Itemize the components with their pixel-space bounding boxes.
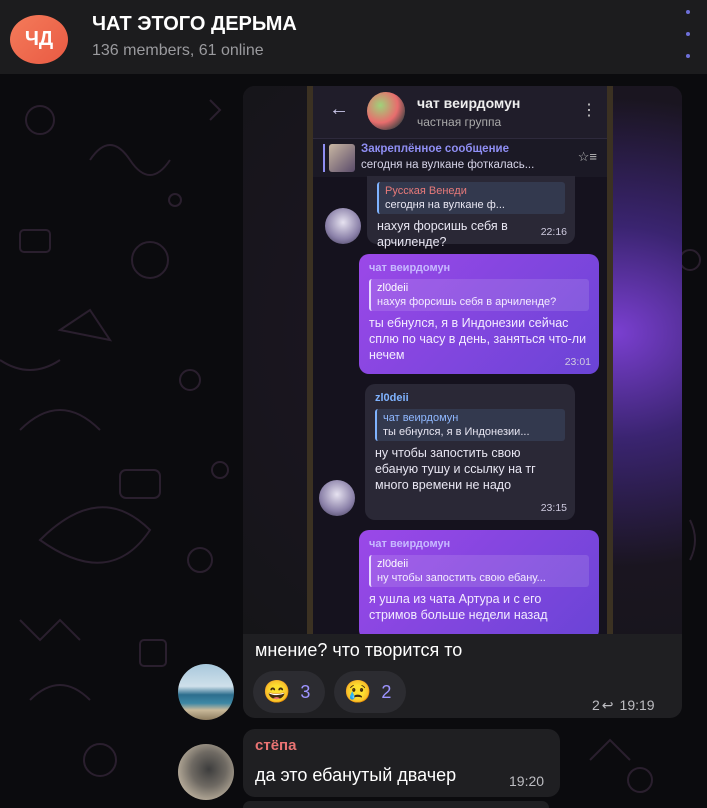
reaction-count: 2: [381, 681, 392, 702]
message-text: да это ебанутый двачер: [255, 765, 457, 785]
reaction-grin[interactable]: 😄 3: [253, 671, 325, 713]
pinned-thumbnail: [329, 144, 355, 172]
phone-chat-name: чат веирдомун: [417, 95, 521, 111]
message-photo[interactable]: ← чат веирдомун частная группа ⋮ Закрепл…: [243, 86, 682, 634]
chat-avatar[interactable]: ЧД: [10, 15, 68, 64]
reaction-cry[interactable]: 😢 2: [334, 671, 406, 713]
message-time: 19:20: [509, 773, 545, 789]
message-time: 19:19: [619, 697, 655, 713]
phone-more-icon: ⋮: [581, 102, 597, 119]
pin-list-icon: ☆≡: [577, 149, 597, 164]
text-message[interactable]: стёпа да это ебанутый двачер 19:20: [243, 729, 560, 797]
reply-count[interactable]: 2: [592, 697, 600, 713]
phone-message: zl0deii чат веирдомун ты ебнулся, я в Инд…: [365, 384, 575, 520]
phone-sender-avatar: [319, 480, 355, 516]
phone-message: чат веирдомун zl0deii нахуя форсишь себя …: [359, 254, 599, 374]
phone-message: чат веирдомун zl0deii ну чтобы запостить …: [359, 530, 599, 634]
pinned-label: Закреплённое сообщение: [361, 143, 509, 155]
chat-avatar-initials: ЧД: [24, 28, 54, 50]
phone-screen: ← чат веирдомун частная группа ⋮ Закрепл…: [307, 86, 613, 634]
phone-sender-avatar: [325, 208, 361, 244]
photo-message[interactable]: ← чат веирдомун частная группа ⋮ Закрепл…: [243, 86, 682, 718]
sender-avatar[interactable]: [178, 664, 234, 720]
sender-name[interactable]: стёпа: [255, 737, 296, 754]
phone-pinned-message: Закреплённое сообщение сегодня на вулкан…: [313, 138, 607, 177]
message-caption: мнение? что творится то: [255, 640, 463, 660]
chat-title: ЧАТ ЭТОГО ДЕРЬМА: [92, 13, 297, 35]
reaction-count: 3: [300, 681, 311, 702]
phone-chat-sub: частная группа: [417, 115, 502, 129]
grin-emoji-icon: 😄: [263, 679, 291, 704]
back-arrow-icon: ←: [329, 98, 349, 120]
phone-chat-avatar: [367, 92, 405, 130]
cry-emoji-icon: 😢: [344, 679, 372, 704]
sender-avatar[interactable]: [178, 744, 234, 800]
more-options-icon[interactable]: [686, 10, 690, 62]
reply-arrow-icon[interactable]: ↩: [602, 697, 614, 713]
chat-header[interactable]: ЧД ЧАТ ЭТОГО ДЕРЬМА 136 members, 61 onli…: [0, 0, 707, 74]
phone-message: Русская Венеди сегодня на вулкане ф... на…: [367, 176, 575, 249]
chat-subtitle: 136 members, 61 online: [92, 42, 264, 59]
phone-chat-header: ← чат веирдомун частная группа ⋮: [313, 86, 607, 138]
pinned-text: сегодня на вулкане фоткалась...: [361, 159, 535, 171]
next-message-edge: [243, 801, 549, 808]
message-meta: 2 ↩ 19:19: [592, 697, 655, 714]
